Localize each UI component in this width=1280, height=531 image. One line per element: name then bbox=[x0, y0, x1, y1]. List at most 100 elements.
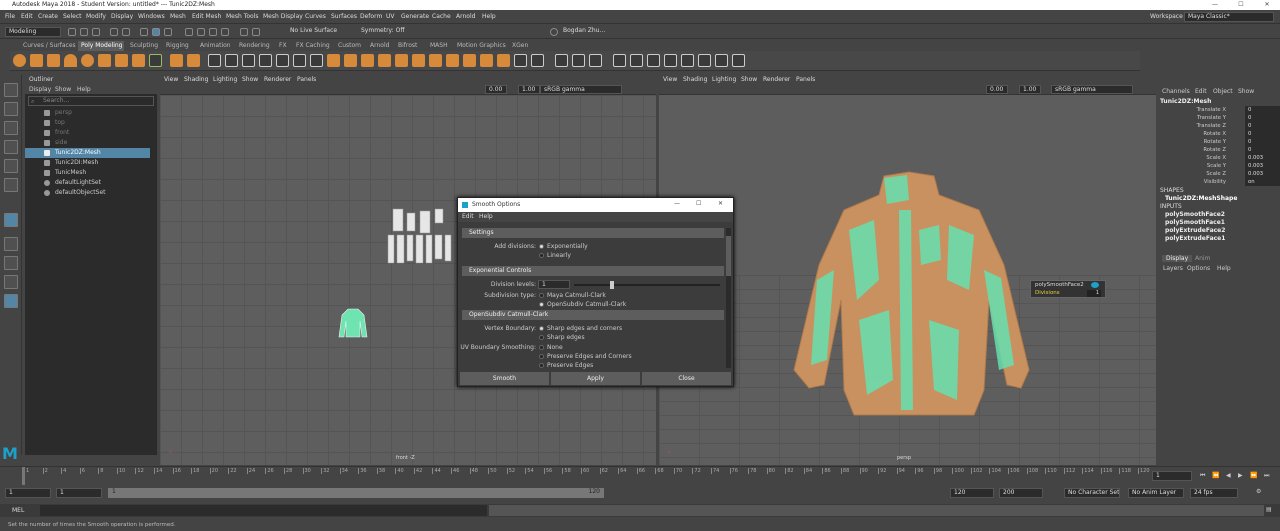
colorspace-select[interactable]: sRGB gamma bbox=[540, 85, 622, 94]
radio-preserve-edges-corners[interactable] bbox=[539, 354, 544, 359]
save-scene-icon[interactable] bbox=[92, 28, 100, 36]
dialog-menu-edit[interactable]: Edit bbox=[462, 212, 474, 222]
menu-generate[interactable]: Generate bbox=[401, 10, 429, 24]
outliner-item[interactable]: top bbox=[25, 118, 150, 128]
shelf-tab-animation[interactable]: Animation bbox=[200, 41, 231, 51]
section-settings[interactable]: Settings bbox=[462, 228, 724, 238]
character-set-select[interactable]: No Character Set bbox=[1064, 488, 1120, 498]
vp-menu-show[interactable]: Show bbox=[741, 75, 757, 85]
channel-value[interactable]: on bbox=[1245, 178, 1280, 186]
menu-mesh-tools[interactable]: Mesh Tools bbox=[226, 10, 258, 24]
vp-menu-shading[interactable]: Shading bbox=[184, 75, 208, 85]
bevel-icon[interactable] bbox=[310, 54, 323, 67]
outliner-menu-display[interactable]: Display bbox=[29, 85, 51, 94]
sweep-mesh-icon[interactable] bbox=[149, 54, 162, 67]
outliner-item[interactable]: defaultObjectSet bbox=[25, 188, 150, 198]
dialog-minimize-button[interactable]: — bbox=[674, 200, 680, 207]
menu-mesh[interactable]: Mesh bbox=[170, 10, 186, 24]
radio-uv-none[interactable] bbox=[539, 345, 544, 350]
mirror-icon[interactable] bbox=[276, 54, 289, 67]
animation-end-field[interactable]: 200 bbox=[999, 488, 1043, 498]
outliner-item[interactable]: persp bbox=[25, 108, 150, 118]
menu-modify[interactable]: Modify bbox=[86, 10, 106, 24]
menu-help[interactable]: Help bbox=[482, 10, 496, 24]
vp-menu-view[interactable]: View bbox=[164, 75, 178, 85]
history-icon[interactable] bbox=[240, 28, 248, 36]
menu-curves[interactable]: Curves bbox=[305, 10, 326, 24]
undo-icon[interactable] bbox=[110, 28, 118, 36]
outliner-menu-help[interactable]: Help bbox=[77, 85, 91, 94]
vp-menu-panels[interactable]: Panels bbox=[796, 75, 815, 85]
poly-disc-icon[interactable] bbox=[115, 54, 128, 67]
shelf-tab-mash[interactable]: MASH bbox=[430, 41, 448, 51]
rotate-tool-icon[interactable] bbox=[4, 159, 18, 173]
menu-arnold[interactable]: Arnold bbox=[456, 10, 475, 24]
merge-icon[interactable] bbox=[463, 54, 476, 67]
poly-plane-icon[interactable] bbox=[98, 54, 111, 67]
render-icon[interactable] bbox=[252, 28, 260, 36]
section-opensubdiv[interactable]: OpenSubdiv Catmull-Clark bbox=[462, 310, 724, 320]
snap-point-icon[interactable] bbox=[209, 28, 217, 36]
shelf-tab-rendering[interactable]: Rendering bbox=[239, 41, 270, 51]
layer-tab-anim[interactable]: Anim bbox=[1195, 255, 1210, 262]
live-surface-field[interactable]: No Live Surface bbox=[287, 27, 337, 37]
channel-row[interactable]: Scale X 0.003 bbox=[1157, 154, 1280, 162]
outliner-item[interactable]: front bbox=[25, 128, 150, 138]
outliner-search-input[interactable]: Search... bbox=[28, 96, 154, 106]
layers-menu-help[interactable]: Help bbox=[1217, 265, 1231, 272]
poly-sphere-icon[interactable] bbox=[13, 54, 26, 67]
insert-edge-loop-icon[interactable] bbox=[395, 54, 408, 67]
channel-row[interactable]: Rotate Z 0 bbox=[1157, 146, 1280, 154]
current-frame-marker[interactable] bbox=[22, 467, 25, 485]
bridge-icon[interactable] bbox=[327, 54, 340, 67]
radio-opensubdiv-catmull-clark[interactable] bbox=[539, 302, 544, 307]
close-window-button[interactable]: ✕ bbox=[1254, 0, 1280, 10]
dialog-maximize-button[interactable]: ☐ bbox=[696, 200, 701, 207]
offset-edge-loop-icon[interactable] bbox=[412, 54, 425, 67]
poly-type-icon[interactable] bbox=[170, 54, 183, 67]
select-component-icon[interactable] bbox=[164, 28, 172, 36]
outliner-item[interactable]: Tunic2DI:Mesh bbox=[25, 158, 150, 168]
fill-hole-icon[interactable] bbox=[344, 54, 357, 67]
playback-start-field[interactable]: 1 bbox=[56, 488, 102, 498]
smooth-icon[interactable] bbox=[242, 54, 255, 67]
symmetry-field[interactable]: Symmetry: Off bbox=[358, 27, 406, 37]
poly-cone-icon[interactable] bbox=[64, 54, 77, 67]
dialog-scrollbar[interactable] bbox=[726, 228, 731, 368]
input-node[interactable]: polySmoothFace1 bbox=[1165, 219, 1225, 226]
channel-value[interactable]: 0 bbox=[1245, 138, 1280, 146]
channels-menu-channels[interactable]: Channels bbox=[1162, 88, 1190, 95]
poly-cylinder-icon[interactable] bbox=[47, 54, 60, 67]
dialog-close-icon[interactable]: ✕ bbox=[718, 200, 723, 207]
connect-icon[interactable] bbox=[497, 54, 510, 67]
maximize-button[interactable]: ☐ bbox=[1228, 0, 1254, 10]
channel-row[interactable]: Rotate X 0 bbox=[1157, 130, 1280, 138]
channels-menu-show[interactable]: Show bbox=[1238, 88, 1254, 95]
channels-menu-edit[interactable]: Edit bbox=[1195, 88, 1207, 95]
fps-select[interactable]: 24 fps bbox=[1190, 488, 1238, 498]
shelf-tab-motion-graphics[interactable]: Motion Graphics bbox=[457, 41, 506, 51]
vp-menu-lighting[interactable]: Lighting bbox=[213, 75, 237, 85]
channel-value[interactable]: 0 bbox=[1245, 130, 1280, 138]
layers-menu-layers[interactable]: Layers bbox=[1163, 265, 1183, 272]
two-view-icon[interactable] bbox=[4, 256, 18, 270]
go-to-end-icon[interactable]: ⏭ bbox=[1264, 472, 1269, 480]
division-levels-slider-thumb[interactable] bbox=[610, 281, 614, 289]
svg-icon[interactable] bbox=[187, 54, 200, 67]
vp-menu-panels[interactable]: Panels bbox=[297, 75, 316, 85]
menu-mesh-display[interactable]: Mesh Display bbox=[263, 10, 303, 24]
vp-menu-shading[interactable]: Shading bbox=[683, 75, 707, 85]
shelf-tab-fx[interactable]: FX bbox=[279, 41, 287, 51]
close-button[interactable]: Close bbox=[642, 372, 731, 385]
channel-row[interactable]: Scale Y 0.003 bbox=[1157, 162, 1280, 170]
menu-file[interactable]: File bbox=[5, 10, 15, 24]
scale-tool-icon[interactable] bbox=[4, 178, 18, 192]
outliner-menu-show[interactable]: Show bbox=[55, 85, 71, 94]
division-levels-field[interactable]: 1 bbox=[538, 280, 570, 289]
input-node[interactable]: polyExtrudeFace2 bbox=[1165, 227, 1225, 234]
poly-platonic-icon[interactable] bbox=[132, 54, 145, 67]
radio-exponentially[interactable] bbox=[539, 244, 544, 249]
layer-tab-display[interactable]: Display bbox=[1162, 255, 1193, 262]
shape-name[interactable]: Tunic2DZ:MeshShape bbox=[1165, 195, 1237, 202]
vp-menu-renderer[interactable]: Renderer bbox=[763, 75, 790, 85]
